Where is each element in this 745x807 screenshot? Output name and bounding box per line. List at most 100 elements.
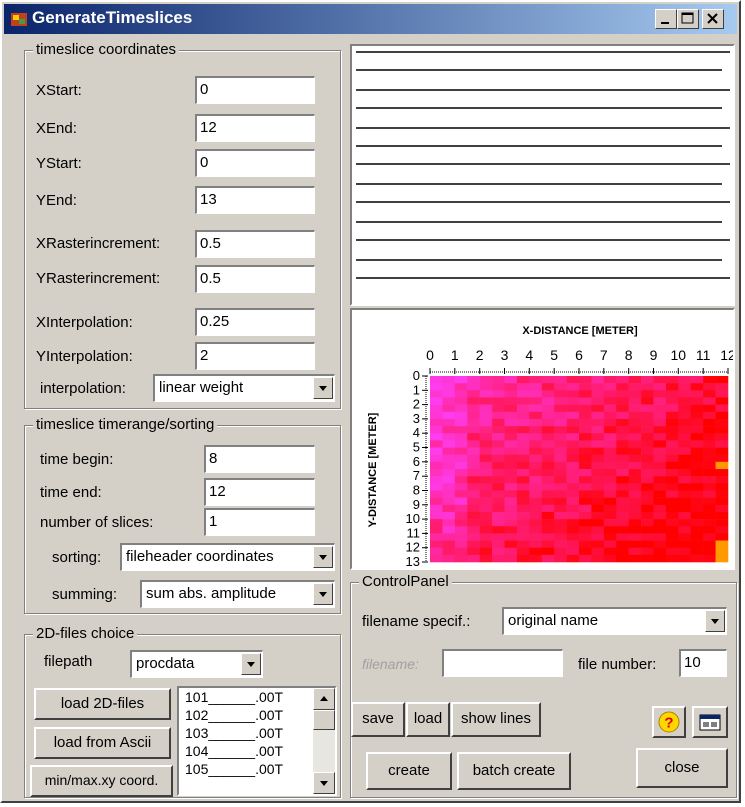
create-button[interactable]: create [366,752,452,790]
number-of-slices-input[interactable]: 1 [204,508,315,536]
maximize-button[interactable] [677,9,699,29]
filepath-select[interactable]: procdata [130,650,263,678]
heatmap-cell [467,376,480,384]
heatmap-cell [454,476,468,484]
heatmap-cell [641,519,654,527]
heatmap-cell [479,526,493,534]
heatmap-cell [665,533,679,541]
heatmap-cell [492,497,505,506]
heatmap-cell [529,411,543,420]
heatmap-cell [653,533,667,541]
heatmap-cell [665,418,679,427]
heatmap-cell [492,540,505,548]
yend-input[interactable]: 13 [195,186,315,214]
heatmap-cell [703,418,716,427]
filepath-dropdown-button[interactable] [241,653,261,675]
sorting-dropdown-button[interactable] [313,546,333,568]
min-max-xy-coord-button[interactable]: min/max.xy coord. [30,765,173,797]
window-button[interactable] [692,706,728,738]
files-listbox[interactable]: 101______.00T 102______.00T 103______.00… [177,686,337,796]
heatmap-cell [665,376,679,384]
heatmap-cell [690,433,704,441]
heatmap-cell [554,554,567,563]
ystart-input[interactable]: 0 [195,149,315,177]
title-bar[interactable]: GenerateTimeslices [4,4,737,34]
yinterpolation-input[interactable]: 2 [195,342,315,370]
xend-input[interactable]: 12 [195,114,315,142]
heatmap-cell [454,433,468,441]
xstart-input[interactable]: 0 [195,76,315,104]
load-from-ascii-button[interactable]: load from Ascii [34,727,171,759]
list-item[interactable]: 103______.00T [185,725,283,741]
close-window-button[interactable] [702,9,724,29]
heatmap-cell [442,397,456,405]
interpolation-label: interpolation: [40,380,126,397]
file-number-input[interactable]: 10 [679,649,727,677]
heatmap-cell [715,469,729,477]
heatmap-cell [566,483,580,491]
heatmap-cell [665,404,679,413]
summing-select[interactable]: sum abs. amplitude [140,580,335,608]
xinterpolation-input[interactable]: 0.25 [195,308,315,336]
heatmap-cell [603,497,617,506]
heatmap-cell [628,554,642,563]
heatmap-cell [703,469,716,477]
heatmap-cell [541,519,555,527]
heatmap-cell [479,461,493,470]
list-item[interactable]: 101______.00T [185,689,283,705]
heatmap-cell [678,519,692,527]
heatmap-cell [690,497,704,506]
heatmap-cell [454,469,468,477]
x-tick-label: 7 [600,347,608,363]
heatmap-cell [579,454,592,463]
heatmap-cell [479,554,493,563]
scroll-up-button[interactable] [313,688,335,710]
close-button[interactable]: close [636,748,728,788]
heatmap-cell [467,490,480,498]
time-begin-input[interactable]: 8 [204,445,315,473]
interpolation-select[interactable]: linear weight [153,374,335,402]
heatmap-cell [715,440,729,448]
heatmap-cell [467,383,480,391]
heatmap-cell [616,497,629,506]
batch-create-button[interactable]: batch create [457,752,571,790]
heatmap-cell [529,426,543,434]
heatmap-cell [616,547,629,556]
minimize-button[interactable] [655,9,677,29]
scroll-thumb[interactable] [313,710,335,730]
heatmap-cell [492,376,505,384]
heatmap-cell [430,418,443,427]
list-item[interactable]: 105______.00T [185,761,283,777]
heatmap-cell [628,511,642,520]
list-item[interactable]: 104______.00T [185,743,283,759]
filename-spec-select[interactable]: original name [502,607,727,635]
heatmap-cell [516,490,530,498]
summing-dropdown-button[interactable] [313,583,333,605]
xrasterincrement-input[interactable]: 0.5 [195,230,315,258]
time-end-input[interactable]: 12 [204,478,315,506]
filename-spec-dropdown-button[interactable] [705,610,725,632]
heatmap-cell [529,483,543,491]
help-button[interactable]: ? [652,706,686,738]
yrasterincrement-input[interactable]: 0.5 [195,265,315,293]
show-lines-button[interactable]: show lines [451,702,541,737]
load-button[interactable]: load [406,702,450,737]
heatmap-cell [715,554,729,563]
heatmap-cell [516,469,530,477]
heatmap-cell [504,540,518,548]
heatmap-cell [715,411,729,420]
filename-input[interactable] [442,649,563,677]
scroll-down-button[interactable] [313,772,335,794]
interpolation-dropdown-button[interactable] [313,377,333,399]
list-item[interactable]: 102______.00T [185,707,283,723]
sorting-select[interactable]: fileheader coordinates [120,543,335,571]
load-2d-files-button[interactable]: load 2D-files [34,688,171,720]
heatmap-cell [467,511,480,520]
files-scrollbar[interactable] [313,688,335,794]
heatmap-cell [554,547,567,556]
chevron-down-icon [247,662,255,667]
heatmap-cell [442,490,456,498]
save-button[interactable]: save [351,702,405,737]
heatmap-cell [703,526,716,534]
heatmap-cell [678,426,692,434]
